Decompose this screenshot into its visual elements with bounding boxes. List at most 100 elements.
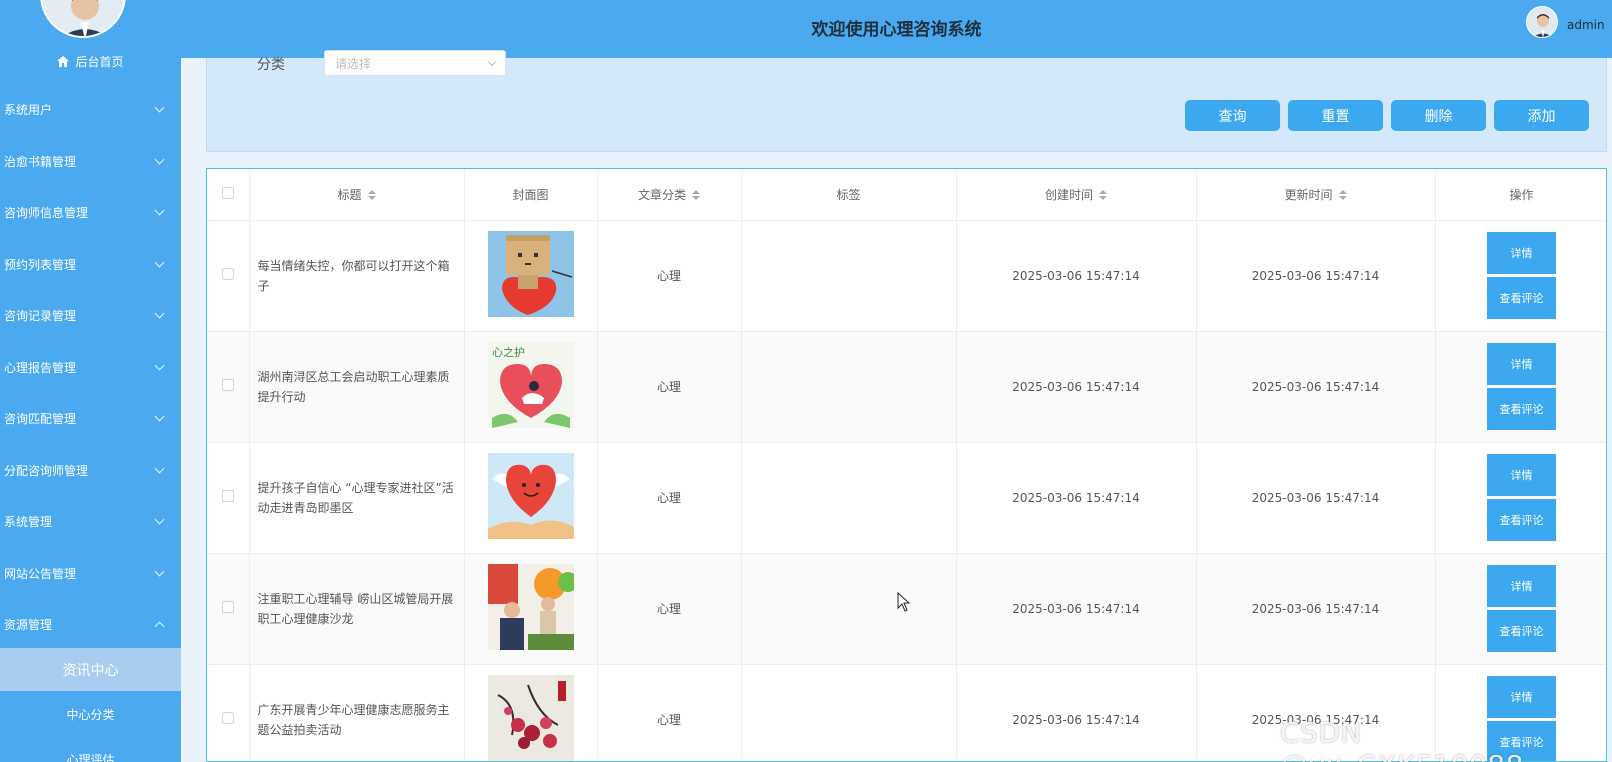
view-comments-button[interactable]: 查看评论 xyxy=(1487,610,1556,652)
sidebar-item-counselor-info[interactable]: 咨询师信息管理 xyxy=(0,187,181,239)
row-actions: 详情 查看评论 xyxy=(1435,331,1606,443)
view-comments-button[interactable]: 查看评论 xyxy=(1487,388,1556,430)
column-header-title[interactable]: 标题 xyxy=(249,169,465,221)
row-category: 心理 xyxy=(597,664,742,761)
row-created: 2025-03-06 15:47:14 xyxy=(956,553,1197,665)
row-checkbox-cell xyxy=(207,442,250,554)
row-category: 心理 xyxy=(597,220,742,332)
sidebar-item-healing-books[interactable]: 治愈书籍管理 xyxy=(0,136,181,188)
detail-button[interactable]: 详情 xyxy=(1487,343,1556,385)
sidebar-home[interactable]: 后台首页 xyxy=(0,50,181,72)
detail-button[interactable]: 详情 xyxy=(1487,454,1556,496)
column-header-actions: 操作 xyxy=(1435,169,1606,221)
row-checkbox-cell xyxy=(207,220,250,332)
cover-image[interactable]: 心之护 xyxy=(487,342,574,428)
username[interactable]: admin xyxy=(1567,18,1605,32)
add-button[interactable]: 添加 xyxy=(1494,100,1589,131)
category-placeholder: 请选择 xyxy=(335,56,372,71)
sidebar-item-label: 系统管理 xyxy=(4,515,53,530)
detail-button[interactable]: 详情 xyxy=(1487,565,1556,607)
sidebar-item-label: 咨询匹配管理 xyxy=(4,412,77,427)
chevron-down-icon xyxy=(487,57,497,66)
row-tags xyxy=(741,220,957,332)
data-table: 标题 封面图 文章分类 标签 创建时间 更新时间 操作 每当情绪失控，你都可以打… xyxy=(206,168,1607,762)
sort-icon[interactable] xyxy=(1338,190,1347,201)
row-title: 提升孩子自信心 “心理专家进社区”活动走进青岛即墨区 xyxy=(249,442,465,554)
sidebar-item-resources[interactable]: 资源管理 xyxy=(0,599,181,651)
chevron-down-icon xyxy=(154,411,165,422)
page-title: 欢迎使用心理咨询系统 xyxy=(811,20,982,40)
sidebar-avatar xyxy=(40,0,126,38)
column-header-created[interactable]: 创建时间 xyxy=(956,169,1197,221)
sidebar-item-system-manage[interactable]: 系统管理 xyxy=(0,496,181,548)
row-created: 2025-03-06 15:47:14 xyxy=(956,442,1197,554)
sort-icon[interactable] xyxy=(1099,190,1107,201)
user-avatar[interactable] xyxy=(1526,6,1558,38)
chevron-down-icon xyxy=(154,154,165,165)
sidebar-subitem-label: 资讯中心 xyxy=(62,662,119,679)
row-checkbox[interactable] xyxy=(221,268,234,280)
cover-image[interactable] xyxy=(487,231,574,317)
detail-button[interactable]: 详情 xyxy=(1487,676,1556,718)
sidebar-item-label: 网站公告管理 xyxy=(4,566,77,581)
row-checkbox[interactable] xyxy=(221,490,234,502)
row-checkbox-cell xyxy=(207,664,250,761)
row-cover-cell xyxy=(464,553,598,665)
row-updated: 2025-03-06 15:47:14 xyxy=(1196,331,1436,443)
column-header-updated[interactable]: 更新时间 xyxy=(1196,169,1436,221)
row-checkbox-cell xyxy=(207,331,250,443)
sidebar-item-psych-reports[interactable]: 心理报告管理 xyxy=(0,342,181,394)
column-header-tags: 标签 xyxy=(741,169,957,221)
column-header-label: 操作 xyxy=(1509,187,1534,202)
row-checkbox[interactable] xyxy=(221,712,234,724)
view-comments-button[interactable]: 查看评论 xyxy=(1487,499,1556,541)
row-tags xyxy=(741,331,957,443)
column-header-category[interactable]: 文章分类 xyxy=(597,169,742,221)
row-title: 广东开展青少年心理健康志愿服务主题公益拍卖活动 xyxy=(249,664,465,761)
chevron-up-icon xyxy=(154,621,165,632)
sidebar-menu: 系统用户 治愈书籍管理 咨询师信息管理 预约列表管理 咨询记录管理 心理报告管理… xyxy=(0,84,181,651)
sidebar-item-system-users[interactable]: 系统用户 xyxy=(0,84,181,136)
sidebar-subitem-label: 中心分类 xyxy=(66,707,115,722)
chevron-down-icon xyxy=(154,257,165,268)
query-button[interactable]: 查询 xyxy=(1185,100,1280,131)
detail-button[interactable]: 详情 xyxy=(1487,232,1556,274)
chevron-down-icon xyxy=(154,205,165,216)
column-header-label: 封面图 xyxy=(512,187,549,202)
chevron-down-icon xyxy=(154,308,165,319)
row-cover-cell xyxy=(464,220,598,332)
row-checkbox[interactable] xyxy=(221,601,234,613)
sidebar-subitem-psych-assessment[interactable]: 心理评估 xyxy=(0,744,181,762)
select-all-checkbox[interactable] xyxy=(221,186,234,199)
row-checkbox[interactable] xyxy=(221,379,234,391)
row-created: 2025-03-06 15:47:14 xyxy=(956,664,1197,761)
view-comments-button[interactable]: 查看评论 xyxy=(1487,277,1556,319)
sidebar-item-consult-matching[interactable]: 咨询匹配管理 xyxy=(0,393,181,445)
cover-image[interactable] xyxy=(487,564,574,650)
sidebar-item-label: 分配咨询师管理 xyxy=(4,463,89,478)
cover-image[interactable] xyxy=(487,453,574,539)
reset-button[interactable]: 重置 xyxy=(1288,100,1383,131)
sidebar-item-label: 资源管理 xyxy=(4,618,53,633)
row-created: 2025-03-06 15:47:14 xyxy=(956,220,1197,332)
column-header-cover: 封面图 xyxy=(464,169,598,221)
sidebar: 后台首页 系统用户 治愈书籍管理 咨询师信息管理 预约列表管理 咨询记录管理 心… xyxy=(0,0,181,762)
sort-icon[interactable] xyxy=(367,190,376,201)
sidebar-item-consult-records[interactable]: 咨询记录管理 xyxy=(0,290,181,342)
sidebar-subitem-center-category[interactable]: 中心分类 xyxy=(0,693,181,735)
row-tags xyxy=(741,553,957,665)
delete-button[interactable]: 删除 xyxy=(1391,100,1486,131)
row-created: 2025-03-06 15:47:14 xyxy=(956,331,1197,443)
sidebar-subitem-news-center[interactable]: 资讯中心 xyxy=(0,648,181,691)
sort-icon[interactable] xyxy=(692,190,700,201)
category-select[interactable]: 请选择 xyxy=(324,50,506,76)
sidebar-item-assign-counselor[interactable]: 分配咨询师管理 xyxy=(0,445,181,497)
row-actions: 详情 查看评论 xyxy=(1435,553,1606,665)
row-title: 每当情绪失控，你都可以打开这个箱子 xyxy=(249,220,465,332)
sidebar-item-label: 系统用户 xyxy=(4,103,53,118)
cover-image[interactable] xyxy=(487,675,574,761)
sidebar-item-appointments[interactable]: 预约列表管理 xyxy=(0,239,181,291)
row-tags xyxy=(741,664,957,761)
sidebar-item-announcements[interactable]: 网站公告管理 xyxy=(0,548,181,600)
sidebar-item-label: 预约列表管理 xyxy=(4,257,77,272)
